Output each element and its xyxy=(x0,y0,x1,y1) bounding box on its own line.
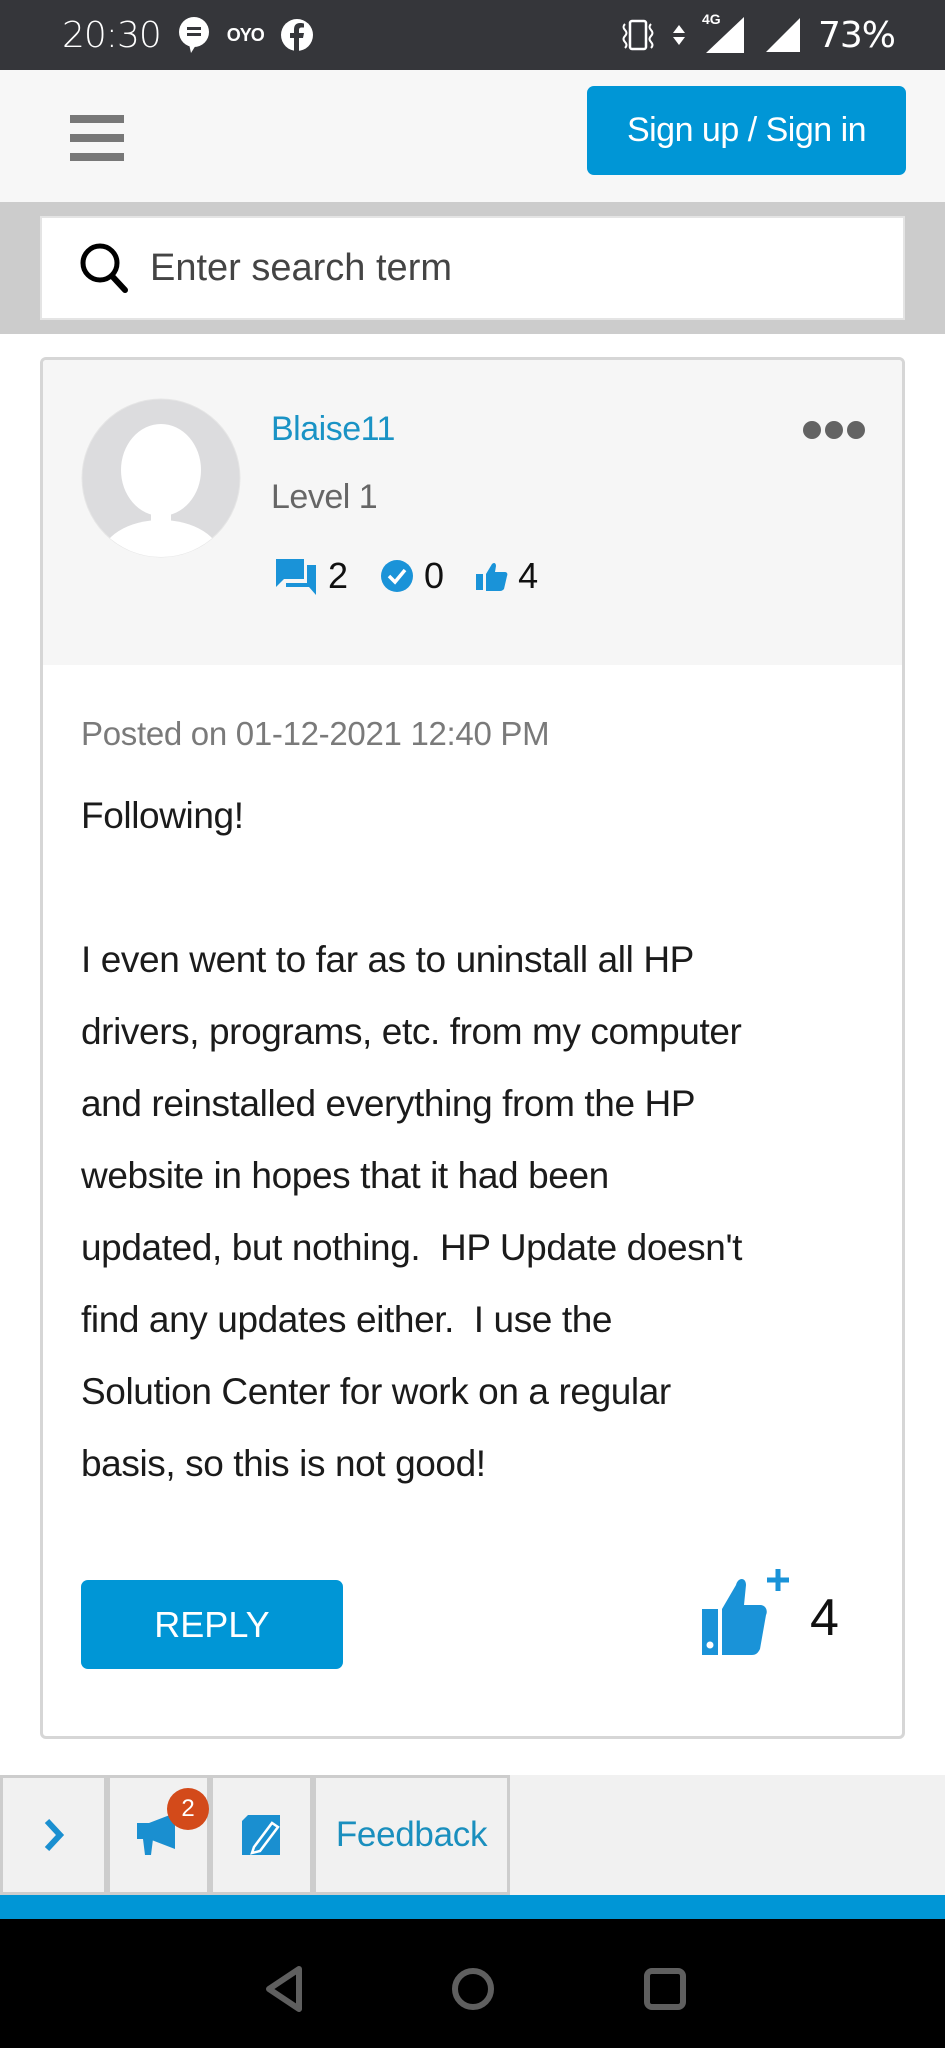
search-input[interactable] xyxy=(150,246,850,290)
avatar[interactable] xyxy=(81,398,241,558)
facebook-icon xyxy=(280,19,313,51)
post-body-line: Solution Center for work on a regular xyxy=(81,1371,671,1412)
kudos-plus-icon xyxy=(702,1569,789,1655)
author-panel: Blaise11 Level 1 2 0 4 xyxy=(43,360,902,665)
author-username-link[interactable]: Blaise11 xyxy=(271,410,395,449)
post-body-line: website in hopes that it had been xyxy=(81,1155,609,1196)
stat-messages: 2 xyxy=(276,555,348,597)
hamburger-icon[interactable] xyxy=(70,115,124,161)
post-body-line: find any updates either. I use the xyxy=(81,1299,613,1340)
feedback-button[interactable]: Feedback xyxy=(313,1775,510,1895)
blue-band xyxy=(0,1895,945,1919)
search-icon xyxy=(80,243,128,293)
give-kudos-button[interactable]: 4 xyxy=(698,1565,839,1661)
signal-4g-icon: 4G xyxy=(702,11,748,55)
vibrate-icon xyxy=(622,19,654,51)
post-date: Posted on 01-12-2021 12:40 PM xyxy=(81,715,550,752)
stat-solutions: 0 xyxy=(380,555,444,597)
app-header: Sign up / Sign in xyxy=(0,70,945,202)
post-body-line: drivers, programs, etc. from my computer xyxy=(81,1011,742,1052)
more-options-icon[interactable] xyxy=(803,415,873,445)
bottom-toolbar: 2 Feedback xyxy=(0,1775,945,1897)
android-nav-bar xyxy=(0,1919,945,2048)
post-body-line: basis, so this is not good! xyxy=(81,1443,486,1484)
back-icon[interactable] xyxy=(255,1959,315,2019)
post-body-line: and reinstalled everything from the HP xyxy=(81,1083,696,1124)
chevron-right-icon xyxy=(44,1818,64,1852)
post-body-line: updated, but nothing. HP Update doesn't xyxy=(81,1227,743,1268)
post-body-line: I even went to far as to uninstall all H… xyxy=(81,939,694,980)
status-left: 20:30 OYO xyxy=(62,15,314,56)
post-body-line: Following! xyxy=(81,795,244,836)
messages-icon xyxy=(276,559,316,595)
status-bar: 20:30 OYO 4G 73% xyxy=(0,0,945,70)
author-stats: 2 0 4 xyxy=(276,555,570,597)
status-time: 20:30 xyxy=(62,14,162,56)
reply-button[interactable]: REPLY xyxy=(81,1580,343,1669)
search-band xyxy=(0,202,945,334)
signal-icon xyxy=(765,18,800,52)
edit-note-icon xyxy=(241,1815,280,1855)
announcements-button[interactable]: 2 xyxy=(107,1775,210,1895)
chat-icon xyxy=(178,17,209,53)
search-box[interactable] xyxy=(40,216,905,320)
stat-kudos: 4 xyxy=(476,555,538,597)
kudos-count: 4 xyxy=(810,1589,839,1647)
solutions-icon xyxy=(381,560,414,592)
announcement-badge: 2 xyxy=(167,1788,209,1830)
author-rank: Level 1 xyxy=(271,478,378,516)
oyo-icon: OYO xyxy=(226,24,265,45)
status-right: 4G 73% xyxy=(620,11,896,56)
post-card: Blaise11 Level 1 2 0 4 Posted on 01-12-2… xyxy=(40,357,905,1739)
expand-toolbar-button[interactable] xyxy=(0,1775,107,1895)
new-post-button[interactable] xyxy=(210,1775,313,1895)
post-body: Following! I even went to far as to unin… xyxy=(81,780,871,1500)
recents-icon[interactable] xyxy=(635,1959,695,2019)
data-arrows-icon xyxy=(672,25,685,45)
signin-button[interactable]: Sign up / Sign in xyxy=(587,86,906,175)
home-icon[interactable] xyxy=(443,1959,503,2019)
battery-level: 73% xyxy=(817,14,896,56)
kudos-icon xyxy=(476,562,508,591)
